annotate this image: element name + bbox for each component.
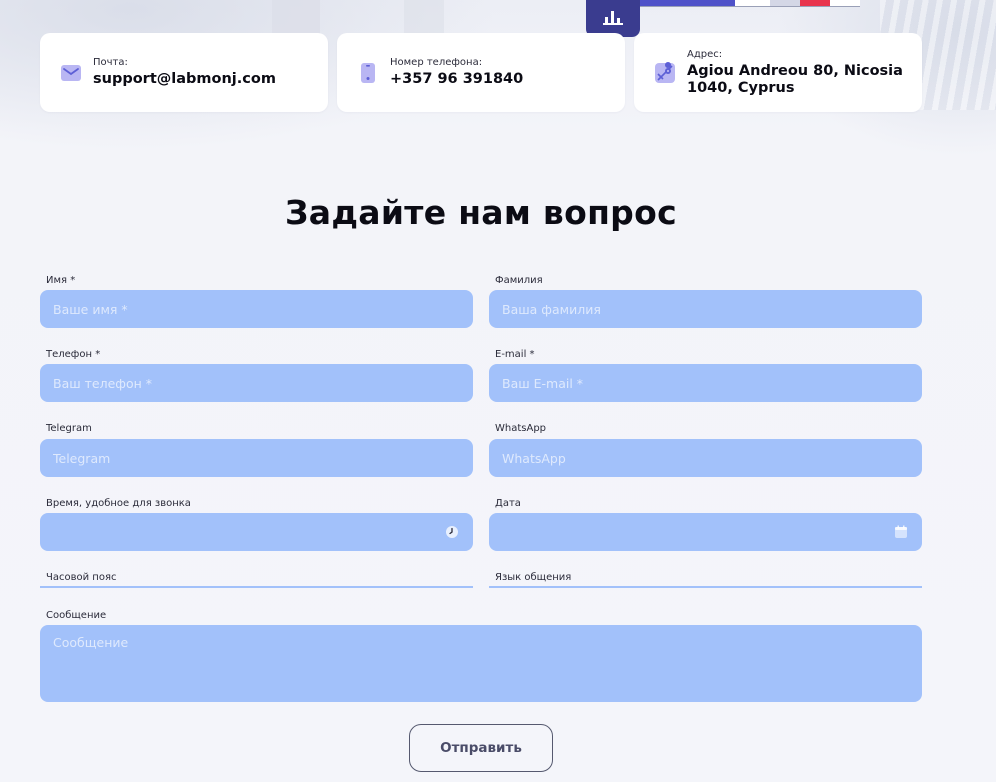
hero-illustration-strip (640, 0, 860, 7)
contact-phone-value[interactable]: +357 96 391840 (390, 71, 523, 88)
call-time-input[interactable] (53, 524, 445, 540)
first-name-input[interactable] (53, 301, 459, 317)
contact-address-line2: 1040, Cyprus (687, 79, 795, 96)
contact-card-phone: Номер телефона: +357 96 391840 (337, 33, 625, 112)
calendar-icon[interactable] (894, 525, 908, 539)
email-input[interactable] (502, 375, 908, 391)
contact-address-label: Адрес: (687, 48, 723, 60)
contact-address-line1: Agiou Andreou 80, Nicosia (687, 62, 903, 79)
hero-illustration-badge (586, 0, 640, 37)
last-name-field[interactable] (489, 290, 922, 328)
call-time-field[interactable] (40, 513, 473, 551)
contact-card-email: Почта: support@labmonj.com (40, 33, 328, 112)
first-name-field[interactable] (40, 290, 473, 328)
telegram-input[interactable] (53, 450, 459, 466)
phone-label: Телефон * (46, 349, 101, 360)
whatsapp-field[interactable] (489, 439, 922, 477)
first-name-label: Имя * (46, 275, 76, 286)
telegram-label: Telegram (46, 423, 92, 434)
whatsapp-label: WhatsApp (495, 423, 547, 434)
message-field[interactable] (40, 625, 922, 702)
clock-icon[interactable] (445, 525, 459, 539)
email-label: E-mail * (495, 349, 535, 360)
background-decoration (272, 0, 320, 36)
message-label: Сообщение (46, 610, 107, 621)
last-name-input[interactable] (502, 301, 908, 317)
language-select[interactable] (489, 586, 922, 588)
phone-icon (356, 61, 380, 85)
date-input[interactable] (502, 524, 894, 540)
timezone-label: Часовой пояс (46, 572, 117, 583)
message-textarea[interactable] (53, 635, 909, 692)
email-field[interactable] (489, 364, 922, 402)
page-title: Задайте нам вопрос (285, 193, 677, 232)
bar-chart-icon (603, 11, 623, 25)
map-pin-icon (653, 61, 677, 85)
background-decoration (404, 0, 444, 36)
contact-card-address: Адрес: Agiou Andreou 80, Nicosia 1040, C… (634, 33, 922, 112)
last-name-label: Фамилия (495, 275, 543, 286)
contact-phone-label: Номер телефона: (390, 57, 483, 68)
phone-field[interactable] (40, 364, 473, 402)
timezone-select[interactable] (40, 586, 473, 588)
whatsapp-input[interactable] (502, 450, 908, 466)
language-label: Язык общения (495, 572, 572, 583)
phone-input[interactable] (53, 375, 459, 391)
date-label: Дата (495, 498, 521, 509)
call-time-label: Время, удобное для звонка (46, 498, 191, 509)
mail-icon (59, 61, 83, 85)
contact-email-label: Почта: (93, 57, 128, 68)
date-field[interactable] (489, 513, 922, 551)
submit-button[interactable]: Отправить (409, 724, 553, 772)
telegram-field[interactable] (40, 439, 473, 477)
contact-email-value[interactable]: support@labmonj.com (93, 71, 276, 88)
